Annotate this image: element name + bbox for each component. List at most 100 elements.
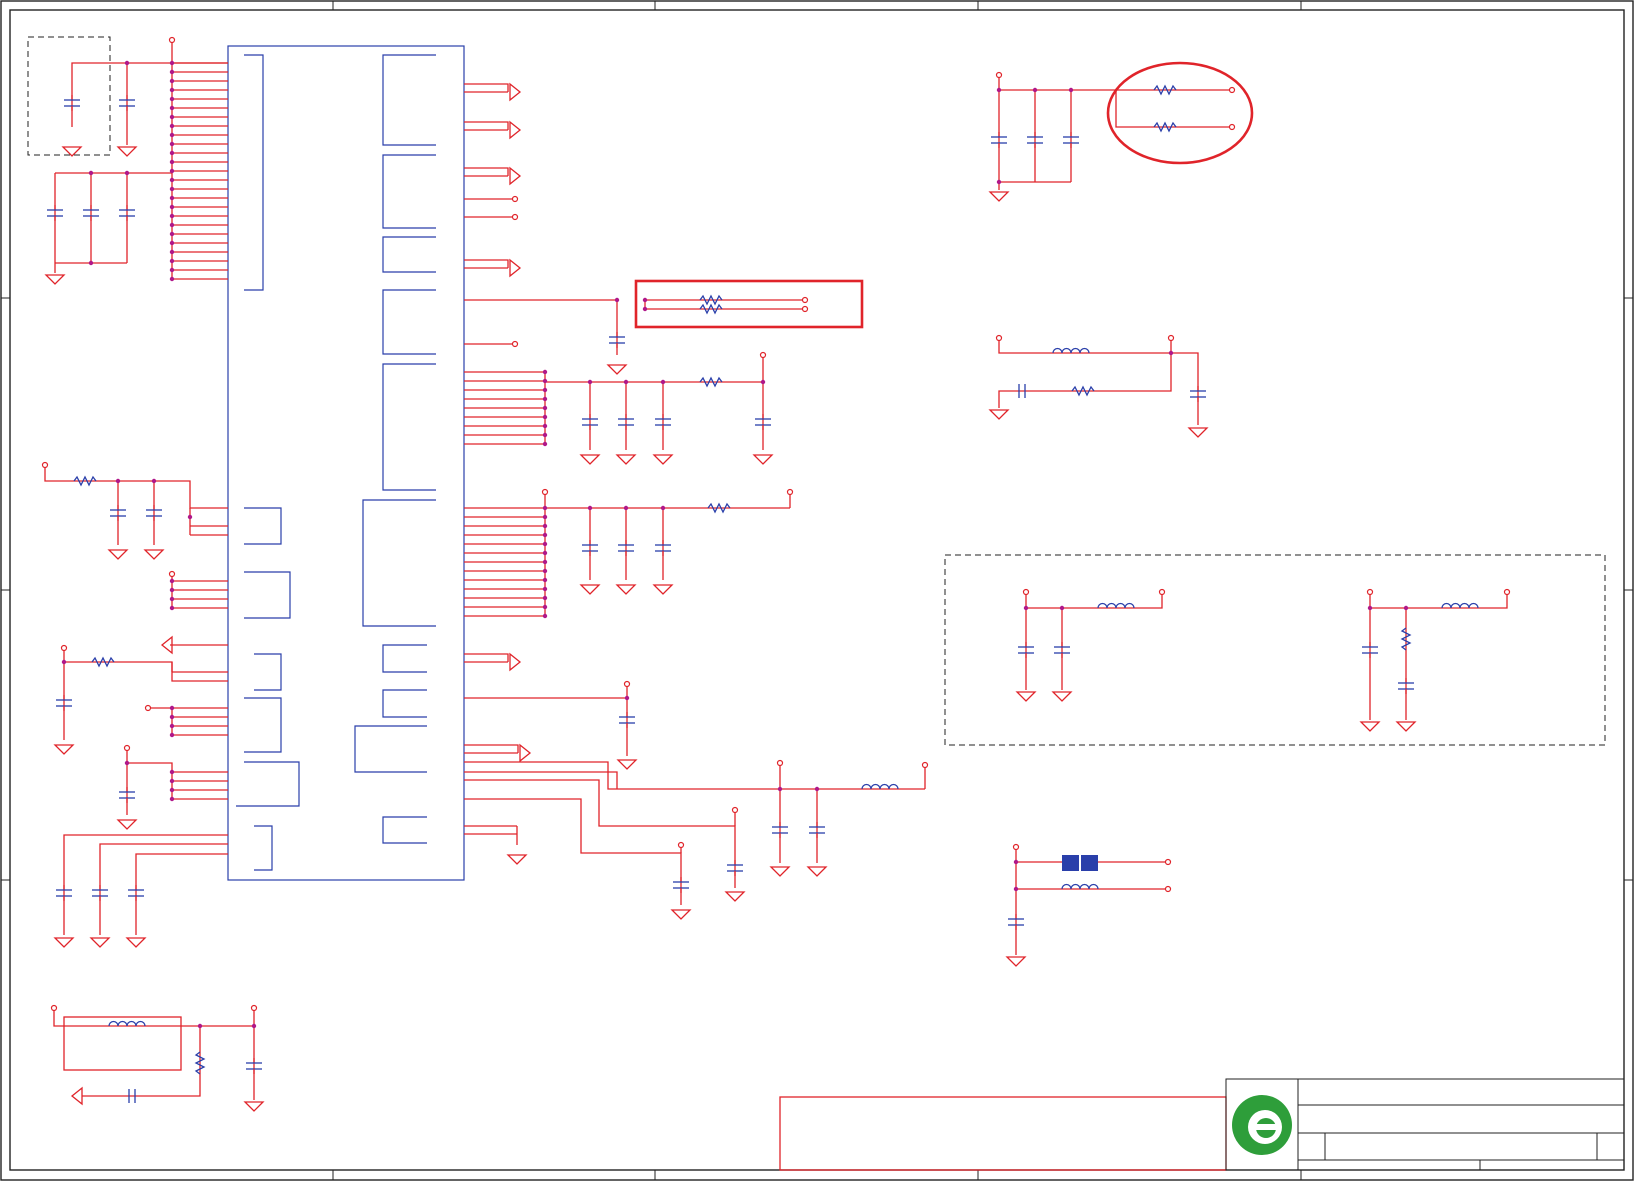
junction-dot [542,432,548,438]
junction-dot [642,297,648,303]
ground-icon [1395,721,1417,732]
ground-icon [1359,721,1381,732]
mid-bus-2 [541,488,794,618]
junction-dot [169,96,175,102]
junction-dot [169,150,175,156]
junction-dot [169,587,175,593]
junction-dot [169,240,175,246]
output-arrow-icon [509,258,522,278]
junction-dot [169,123,175,129]
ground-icon [806,866,828,877]
ground-icon [1015,691,1037,702]
junction-dot [169,132,175,138]
junction-dot [169,177,175,183]
output-arrow-icon [509,120,522,140]
ground-icon [752,454,774,465]
junction-dot [542,577,548,583]
junction-dot [169,213,175,219]
junction-dot [996,179,1002,185]
inductor-icon [1052,347,1090,354]
ground-icon [116,146,138,157]
junction-dot [542,378,548,384]
junction-dot [124,760,130,766]
ground-icon [670,909,692,920]
junction-dot [542,523,548,529]
junction-dot [169,60,175,66]
junction-dot [169,159,175,165]
junction-dot [169,787,175,793]
junction-dot [1032,87,1038,93]
ground-icon [652,584,674,595]
junction-dot [542,550,548,556]
ground-icon [615,584,637,595]
junction-dot [169,114,175,120]
junction-dot [61,659,67,665]
junction-dot [88,260,94,266]
ground-icon [616,759,638,770]
junction-dot [542,369,548,375]
junction-dot [169,105,175,111]
ground-icon [1005,956,1027,967]
sheet-frame [0,0,1634,1181]
junction-dot [542,595,548,601]
schematic-sheet [0,0,1634,1181]
junction-dot [1013,859,1019,865]
inductor-icon [108,1020,146,1027]
junction-dot [660,379,666,385]
junction-dot [169,195,175,201]
junction-dot [169,78,175,84]
junction-dot [88,170,94,176]
title-block [779,1078,1625,1171]
junction-dot [169,769,175,775]
inductor-icon [1441,602,1479,609]
output-arrow-icon [509,652,522,672]
junction-dot [542,604,548,610]
ground-icon [243,1101,265,1112]
inductor-icon [1061,883,1099,890]
junction-dot [542,568,548,574]
junction-dot [169,714,175,720]
junction-dot [542,559,548,565]
junction-dot [587,379,593,385]
ground-icon [53,744,75,755]
left-top-pin-bus [172,62,228,280]
junction-dot [542,405,548,411]
ground-icon [606,364,628,375]
input-arrow-icon [70,1086,83,1106]
ground-icon [769,866,791,877]
junction-dot [169,222,175,228]
junction-dot [542,541,548,547]
junction-dot [169,276,175,282]
ground-icon [143,549,165,560]
left-cap-bank [54,172,172,273]
junction-dot [169,267,175,273]
inductor-icon [861,783,899,790]
junction-dot [187,514,193,520]
junction-dot [169,249,175,255]
junction-dot [169,168,175,174]
junction-dot [542,532,548,538]
left-lower-circuits [41,461,228,935]
ground-icon [116,819,138,830]
ground-icon [89,937,111,948]
bottom-right-filter [1012,843,1172,955]
output-arrow-icon [509,166,522,186]
junction-dot [169,778,175,784]
junction-dot [169,141,175,147]
inductor-icon [1097,602,1135,609]
company-logo-icon [1228,1081,1296,1168]
ground-icon [125,937,147,948]
junction-dot [614,297,620,303]
junction-dot [169,605,175,611]
junction-dot [169,705,175,711]
ground-icon [579,454,601,465]
junction-dot [124,60,130,66]
junction-dot [542,414,548,420]
junction-dot [1013,886,1019,892]
components-layer [44,60,1479,1112]
ground-icon [506,854,528,865]
junction-dot [542,396,548,402]
junction-dot [169,87,175,93]
junction-dot [1403,605,1409,611]
output-arrow-icon [519,743,532,763]
